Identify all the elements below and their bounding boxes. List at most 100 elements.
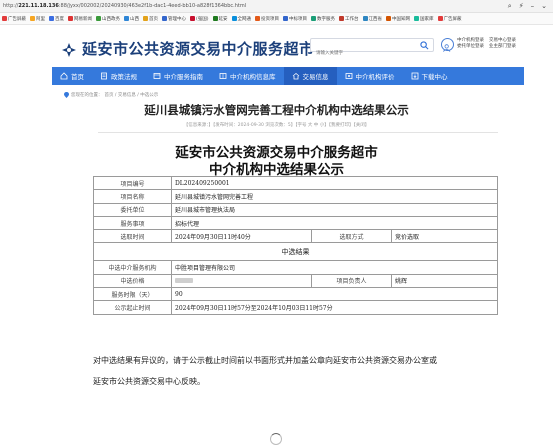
user-icon[interactable]: [441, 38, 454, 52]
project-name-value: 延川县城镇污水管网完善工程: [171, 189, 498, 204]
browser-actions: ⌕ ⚡ – ⌄: [508, 2, 547, 11]
bookmark-item[interactable]: 中国知网: [386, 16, 410, 22]
bookmark-item[interactable]: 延安: [212, 16, 228, 22]
bookmark-favicon-icon: [386, 16, 392, 21]
notice-line2: 延安市公共资源交易中心反映。: [93, 377, 205, 386]
nav-item-4[interactable]: 交易信息: [283, 67, 337, 85]
bookmark-label: 延安: [218, 16, 228, 22]
nav-item-5[interactable]: 中介机构评价: [337, 67, 403, 85]
table-row: 选取时间 2024年09月30日11时40分 选取方式 竞价选取: [93, 229, 498, 244]
bookmark-item[interactable]: 广告屏蔽: [2, 16, 26, 22]
search-icon[interactable]: [420, 41, 429, 50]
search-icon[interactable]: ⌕: [508, 2, 512, 11]
agency-label: 中选中介服务机构: [93, 260, 172, 275]
guide-icon: [153, 73, 161, 79]
bookmark-item[interactable]: 中标项目: [283, 16, 307, 22]
bookmark-label: 江西省: [368, 16, 383, 22]
bookmark-favicon-icon: [96, 16, 101, 21]
bookmark-item[interactable]: 数字服务: [311, 16, 335, 22]
period-label: 公示起止时间: [93, 300, 172, 315]
table-row: 服务时限（天） 90: [93, 287, 498, 302]
select-method-value: 竞价选取: [391, 229, 498, 244]
nav-item-label: 中介服务指南: [164, 73, 203, 81]
bookmark-item[interactable]: 网易新闻: [68, 16, 92, 22]
bookmark-label: 管理中心: [168, 16, 186, 22]
bookmark-label: 广告屏蔽: [8, 16, 26, 22]
minus-icon[interactable]: –: [531, 2, 535, 11]
search-input[interactable]: [311, 47, 411, 60]
bookmark-item[interactable]: 江西省: [362, 16, 383, 22]
bookmark-item[interactable]: 山西政务: [96, 16, 120, 22]
bookmark-favicon-icon: [190, 16, 195, 21]
bookmark-item[interactable]: 山西: [124, 16, 139, 22]
address-bar[interactable]: http://221.11.18.136:88/jyxx/002002/2024…: [0, 0, 553, 13]
bookmark-favicon-icon: [162, 16, 167, 21]
notice-line1: 对中选结果有异议的，请于公示截止时间前以书面形式并加盖公章向延安市公共资源交易办…: [93, 356, 437, 365]
bookmark-favicon-icon: [49, 16, 54, 21]
period-value: 2024年09月30日11时57分至2024年10月03日11时57分: [171, 300, 498, 315]
main-nav: 首页 政策法规 中介服务指南 中介机构信息库 交易信息 中介机构评价 下载中心: [52, 67, 524, 85]
chevron-down-icon[interactable]: ⌄: [541, 2, 547, 11]
project-name-label: 项目名称: [93, 189, 172, 204]
table-row: 公示起止时间 2024年09月30日11时57分至2024年10月03日11时5…: [93, 300, 498, 315]
table-row: 服务事项 招标代理: [93, 215, 498, 231]
bookmark-item[interactable]: 国家库: [414, 16, 434, 22]
location-pin-icon: [64, 92, 69, 98]
bookmark-favicon-icon: [212, 16, 218, 21]
owner-login-link[interactable]: 业主部门登录: [489, 44, 516, 50]
nav-item-2[interactable]: 中介服务指南: [145, 67, 211, 85]
bookmark-favicon-icon: [231, 16, 237, 21]
bookmark-favicon-icon: [414, 16, 420, 21]
bookmark-favicon-icon: [437, 16, 443, 21]
table-row: 中选中介服务机构 中胜项目管理有限公司: [93, 260, 498, 275]
bookmark-label: 中国知网: [392, 16, 411, 22]
site-logo[interactable]: 延安市公共资源交易中介服务超市: [62, 38, 315, 59]
bookmark-favicon-icon: [143, 16, 148, 21]
search-box[interactable]: [310, 38, 434, 60]
nav-item-1[interactable]: 政策法规: [92, 67, 145, 85]
objection-notice: 对中选结果有异议的，请于公示截止时间前以书面形式并加盖公章向延安市公共资源交易办…: [93, 350, 503, 392]
url-path: :88/jyxx/002002/20240930/463e2f1b-dac1-4…: [58, 3, 247, 9]
bookmark-item[interactable]: 工作台: [339, 16, 359, 22]
bookmark-label: 全网通: [237, 16, 252, 22]
breadcrumb-trail[interactable]: 首页 / 交易信息 / 中选公示: [105, 92, 159, 98]
logo-emblem-icon: [62, 42, 76, 57]
nav-item-6[interactable]: 下载中心: [403, 67, 456, 85]
redacted-price: [175, 278, 193, 284]
nav-item-3[interactable]: 中介机构信息库: [211, 67, 284, 85]
result-table: 项目编号 DL202409250001 项目名称 延川县城镇污水管网完善工程 委…: [93, 175, 498, 315]
bookmark-favicon-icon: [311, 16, 317, 21]
database-icon: [219, 73, 227, 79]
price-value: [171, 273, 312, 289]
bookmark-label: 投资项目: [261, 16, 280, 22]
nav-item-0[interactable]: 首页: [52, 67, 92, 85]
download-icon: [411, 72, 418, 80]
url-text[interactable]: http://221.11.18.136:88/jyxx/002002/2024…: [0, 3, 440, 9]
result-section-title: 中选结果: [93, 242, 498, 262]
bookmark-item[interactable]: 管理中心: [162, 16, 186, 22]
url-prefix: http://: [3, 3, 19, 9]
trade-icon: [292, 72, 299, 80]
bookmark-item[interactable]: 投资项目: [255, 16, 279, 22]
nav-item-label: 下载中心: [421, 73, 448, 81]
article-meta: 【信息来源：】【发布时间：2024-09-30 浏览次数：5】【字号 大 中 小…: [183, 123, 370, 128]
bookmark-item[interactable]: 阿里: [30, 16, 45, 22]
bookmark-item[interactable]: 全网通: [231, 16, 252, 22]
bookmark-label: 阿里: [36, 16, 45, 22]
notice-heading-line2: 中介机构中选结果公示: [209, 162, 344, 178]
bookmark-item[interactable]: 广告屏蔽: [437, 16, 462, 22]
client-login-link[interactable]: 委托单位登录: [457, 44, 484, 50]
bookmark-item[interactable]: 首页: [143, 16, 158, 22]
bookmark-favicon-icon: [30, 16, 35, 21]
bookmark-label: 数字服务: [317, 16, 336, 22]
bookmark-item[interactable]: (强国): [190, 16, 209, 22]
service-value: 招标代理: [171, 215, 498, 231]
nav-item-label: 政策法规: [111, 73, 137, 81]
bookmark-item[interactable]: 百度: [49, 16, 64, 22]
table-row: 中选价格 项目负责人 姚辉: [93, 273, 498, 289]
lightning-icon[interactable]: ⚡: [519, 2, 524, 11]
table-row: 项目名称 延川县城镇污水管网完善工程: [93, 189, 498, 204]
leader-label: 项目负责人: [311, 273, 392, 289]
nav-item-label: 首页: [71, 73, 84, 81]
select-method-label: 选取方式: [311, 229, 392, 244]
